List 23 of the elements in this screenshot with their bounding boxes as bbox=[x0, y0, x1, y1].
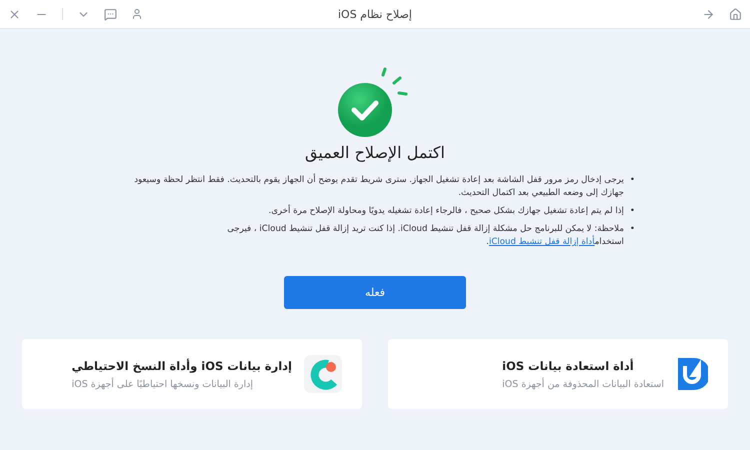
note-text: يرجى إدخال رمز مرور قفل الشاشة بعد إعادة تشغيل الجهاز. سترى شريط تقدم يوضح أن الجهاز يقوم بالتحديث. فقط انتظر لحظة وسيعود جهازك إلى وضعه الطبيعي بعد اكتمال التحديث. bbox=[133, 174, 624, 200]
note-text: إذا لم يتم إعادة تشغيل جهازك بشكل صحيح ، فالرجاء إعادة تشغيله يدويًا ومحاولة الإصلاح مرة أخرى. bbox=[268, 205, 624, 218]
chat-icon[interactable] bbox=[104, 8, 117, 20]
bullet-mark: • bbox=[630, 174, 635, 187]
close-icon[interactable] bbox=[8, 8, 21, 20]
bullet-mark: • bbox=[630, 223, 635, 236]
result-title: اكتمل الإصلاح العميق bbox=[305, 143, 445, 162]
arrow-right-icon[interactable] bbox=[702, 8, 715, 20]
app-logo-icon bbox=[304, 355, 342, 393]
action-button[interactable]: فعله bbox=[284, 276, 466, 309]
home-icon[interactable] bbox=[729, 8, 742, 20]
product-title: أداة استعادة بيانات iOS bbox=[502, 358, 634, 372]
product-card[interactable]: أداة استعادة بيانات iOS استعادة البيانات المحذوفة من أجهزة iOS bbox=[388, 339, 728, 409]
shield-logo-icon bbox=[676, 356, 708, 392]
tool-link[interactable]: أداة إزالة قفل تنشيط iCloud bbox=[488, 237, 595, 247]
bullet-mark: • bbox=[630, 205, 635, 218]
note-text: ملاحظة: لا يمكن للبرنامج حل مشكلة إزالة قفل تنشيط iCloud. إذا كنت تريد إزالة قفل تنشيط iCloud ، فيرجى استخدامأداة إزالة قفل تنشيط iCloud. bbox=[226, 223, 624, 249]
window-title: إصلاح نظام iOS bbox=[336, 8, 413, 20]
product-subtitle: استعادة البيانات المحذوفة من أجهزة iOS bbox=[502, 378, 664, 390]
product-title: إدارة بيانات iOS وأداة النسخ الاحتياطي bbox=[72, 358, 292, 372]
user-icon[interactable] bbox=[131, 8, 143, 20]
product-card[interactable]: إدارة بيانات iOS وأداة النسخ الاحتياطي إدارة البيانات ونسخها احتياطيًا على أجهزة iOS bbox=[22, 339, 362, 409]
product-subtitle: إدارة البيانات ونسخها احتياطيًا على أجهزة iOS bbox=[72, 378, 254, 390]
